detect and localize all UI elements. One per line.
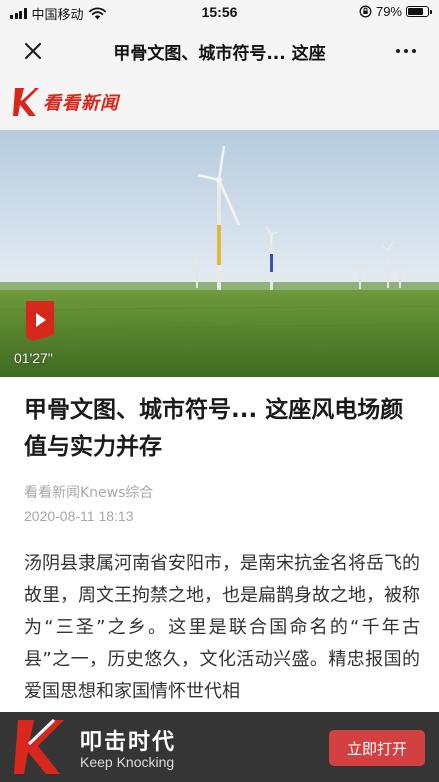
brand-logo[interactable]: 看看新闻 [12,86,119,118]
more-button[interactable] [391,36,421,66]
app-banner[interactable]: 叩击时代 Keep Knocking 立即打开 [0,712,439,782]
brand-name: 看看新闻 [43,93,119,114]
article-date: 2020-08-11 18:13 [24,508,134,524]
open-app-button[interactable]: 立即打开 [329,730,425,766]
more-icon [396,49,400,53]
battery-icon [406,6,432,17]
close-button[interactable] [18,36,48,66]
battery-percent: 79% [375,4,402,19]
article-paragraph: 汤阴县隶属河南省安阳市，是南宋抗金名将岳飞的故里，周文王拘禁之地，也是扁鹊身故之… [24,553,420,702]
banner-subtitle: Keep Knocking [80,754,175,770]
article-title: 甲骨文图、城市符号... 这座风电场颜值与实力并存 [24,397,404,460]
page-title: 甲骨文图、城市符号... 这座 [113,44,326,64]
status-bar: 中国移动 15:56 79% [0,0,439,26]
brand-header: 看看新闻 [0,76,439,130]
play-icon[interactable] [24,299,56,343]
kankan-logo-icon [13,87,39,116]
kankan-logo-icon [14,718,64,774]
article-source: 看看新闻Knews综合 [24,485,154,501]
video-duration: 01'27" [14,350,53,366]
video-thumbnail [0,130,439,377]
article-body: 汤阴县隶属河南省安阳市，是南宋抗金名将岳飞的故里，周文王拘禁之地，也是扁鹊身故之… [24,548,420,708]
nav-bar: 甲骨文图、城市符号... 这座 [0,26,439,76]
close-icon [24,42,42,60]
battery-fill [408,8,423,15]
status-right: 79% [359,4,432,19]
banner-title: 叩击时代 [80,730,177,755]
orientation-lock-icon [359,5,372,18]
video-player[interactable] [0,130,439,377]
